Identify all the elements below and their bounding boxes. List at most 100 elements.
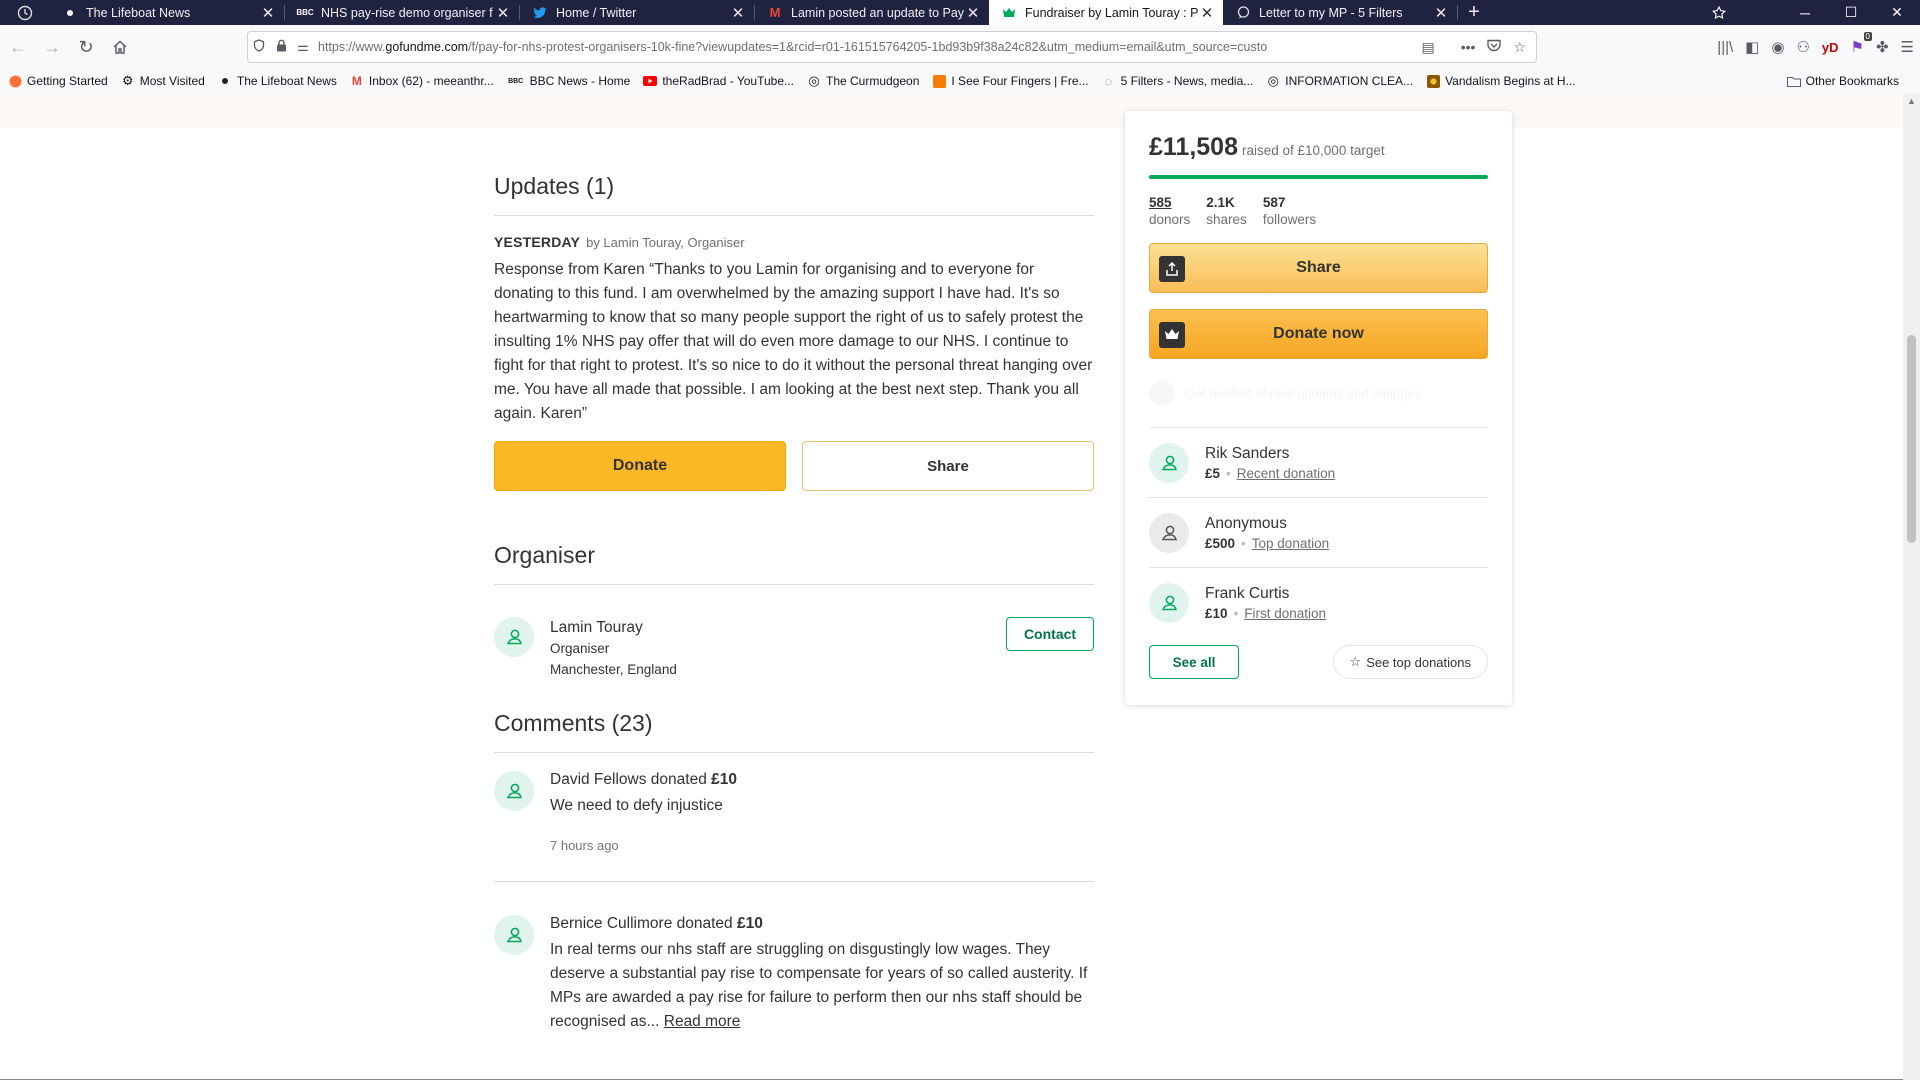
tab-title: NHS pay-rise demo organiser f <box>321 5 493 20</box>
extension-spy-icon[interactable]: ⚇ <box>1796 38 1809 56</box>
bookmark-item[interactable]: ◎ INFORMATION CLEA... <box>1266 73 1413 88</box>
account-icon[interactable]: ◉ <box>1771 38 1784 56</box>
tab-5filters[interactable]: Letter to my MP - 5 Filters ✕ <box>1223 0 1457 25</box>
bookmark-label: Vandalism Begins at H... <box>1445 74 1576 88</box>
address-bar[interactable]: ⚌ https://www.gofundme.com/f/pay-for-nhs… <box>247 31 1537 63</box>
tab-title: Lamin posted an update to Pay <box>791 5 965 20</box>
tab-gmail[interactable]: M Lamin posted an update to Pay ✕ <box>755 0 989 25</box>
forward-arrow-icon[interactable]: → <box>36 31 68 63</box>
stat-shares: 2.1K shares <box>1206 194 1247 228</box>
organiser-name[interactable]: Lamin Touray <box>550 617 677 638</box>
home-icon[interactable] <box>104 31 136 63</box>
close-tab-icon[interactable]: ✕ <box>965 4 981 22</box>
close-tab-icon[interactable]: ✕ <box>730 4 746 22</box>
see-top-donations-button[interactable]: ☆ See top donations <box>1332 645 1488 679</box>
extensions-icon[interactable]: ✤ <box>1876 38 1889 56</box>
bookmark-item[interactable]: ⚙ Most Visited <box>121 73 205 88</box>
tab-gofundme[interactable]: Fundraiser by Lamin Touray : P ✕ <box>989 0 1223 25</box>
see-top-label: See top donations <box>1366 654 1471 670</box>
menu-icon[interactable]: ☰ <box>1901 38 1914 56</box>
maximize-icon[interactable]: ☐ <box>1828 0 1874 25</box>
close-tab-icon[interactable]: ✕ <box>1199 4 1215 22</box>
new-tab-icon[interactable]: + <box>1458 0 1490 25</box>
lock-icon[interactable] <box>270 39 292 55</box>
tab-lifeboat-news[interactable]: The Lifeboat News ✕ <box>50 0 284 25</box>
tab-bbc-nhs[interactable]: BBC NHS pay-rise demo organiser f ✕ <box>285 0 519 25</box>
donate-button[interactable]: Donate <box>494 441 786 491</box>
close-tab-icon[interactable]: ✕ <box>495 4 511 22</box>
library-icon[interactable]: |||\ <box>1717 39 1733 56</box>
bookmark-star-icon[interactable]: ☆ <box>1513 39 1526 56</box>
sidebar-icon[interactable]: ◧ <box>1745 38 1759 56</box>
pocket-icon[interactable] <box>1487 39 1502 56</box>
back-arrow-icon[interactable]: ← <box>2 31 34 63</box>
scroll-up-icon[interactable]: ▲ <box>1903 96 1920 106</box>
donation-meta: £5 • Recent donation <box>1205 466 1335 481</box>
close-window-icon[interactable]: ✕ <box>1874 0 1920 25</box>
bookmark-label: Getting Started <box>27 74 108 88</box>
comment-content: David Fellows donated £10 We need to def… <box>550 771 737 853</box>
donation-info: Anonymous £500 • Top donation <box>1205 515 1329 551</box>
raised-target-text: raised of £10,000 target <box>1242 143 1385 158</box>
bookmark-label: The Curmudgeon <box>826 74 920 88</box>
organiser-location: Manchester, England <box>550 662 677 677</box>
tab-list-icon[interactable] <box>1696 0 1742 25</box>
comment-item: David Fellows donated £10 We need to def… <box>494 771 1094 853</box>
stat-followers: 587 followers <box>1263 194 1316 228</box>
donation-tag-link[interactable]: Recent donation <box>1237 466 1335 481</box>
bookmark-item[interactable]: Getting Started <box>8 74 108 88</box>
other-bookmarks[interactable]: Other Bookmarks <box>1786 69 1899 93</box>
bookmark-item[interactable]: theRadBrad - YouTube... <box>643 74 794 88</box>
star-icon: ☆ <box>1349 654 1362 669</box>
tab-twitter[interactable]: Home / Twitter ✕ <box>520 0 754 25</box>
update-date: YESTERDAY <box>494 234 581 250</box>
stat-donors[interactable]: 585 donors <box>1149 194 1190 228</box>
donation-meta: £10 • First donation <box>1205 606 1326 621</box>
page-actions-icon[interactable]: ••• <box>1461 39 1476 56</box>
other-bookmarks-label: Other Bookmarks <box>1805 74 1899 88</box>
permissions-icon[interactable]: ⚌ <box>292 39 314 55</box>
speech-bubble-icon: ◌ <box>1104 73 1113 89</box>
window-controls: ─ ☐ ✕ <box>1696 0 1920 25</box>
history-icon[interactable] <box>0 0 50 25</box>
donation-tag-link[interactable]: Top donation <box>1252 536 1329 551</box>
see-all-button[interactable]: See all <box>1149 645 1239 679</box>
bookmarks-bar: Getting Started ⚙ Most Visited The Lifebo… <box>0 69 1920 93</box>
share-button[interactable]: Share <box>802 441 1094 491</box>
commenter-name: David Fellows <box>550 771 647 788</box>
extension-yd-icon[interactable]: yD <box>1822 40 1839 55</box>
minimize-icon[interactable]: ─ <box>1782 0 1828 25</box>
bookmark-item[interactable]: The Lifeboat News <box>218 74 337 88</box>
scrollbar-thumb[interactable] <box>1907 335 1916 543</box>
donation-tag-link[interactable]: First donation <box>1244 606 1326 621</box>
donor-name: Anonymous <box>1205 514 1287 532</box>
contact-button[interactable]: Contact <box>1006 617 1094 651</box>
donate-now-button[interactable]: Donate now <box>1149 309 1488 359</box>
bookmark-item[interactable]: I See Four Fingers | Fre... <box>932 74 1089 88</box>
bookmark-item[interactable]: Vandalism Begins at H... <box>1426 74 1576 88</box>
bookmark-item[interactable]: ◌ 5 Filters - News, media... <box>1102 73 1254 89</box>
comment-text-body: In real terms our nhs staff are struggli… <box>550 941 1088 1030</box>
toolbar-icons: |||\ ◧ ◉ ⚇ yD ⚑ 0 ✤ ☰ <box>1717 31 1914 63</box>
tracking-shield-icon[interactable] <box>248 39 270 55</box>
close-tab-icon[interactable]: ✕ <box>260 4 276 22</box>
updates-heading: Updates (1) <box>494 173 615 199</box>
divider <box>494 215 1094 216</box>
extension-badge-icon[interactable]: ⚑ 0 <box>1851 32 1872 56</box>
bookmark-item[interactable]: M Inbox (62) - meeanthr... <box>350 74 494 88</box>
reload-icon[interactable]: ↻ <box>70 31 102 63</box>
comment-amount: £10 <box>736 915 763 932</box>
speech-bubble-icon <box>1235 5 1251 21</box>
sidebar-share-button[interactable]: Share <box>1149 243 1488 293</box>
bookmark-item[interactable]: BBC BBC News - Home <box>507 74 630 88</box>
url-text[interactable]: https://www.gofundme.com/f/pay-for-nhs-p… <box>318 40 1421 54</box>
reader-view-icon[interactable]: ▤ <box>1421 39 1434 56</box>
close-tab-icon[interactable]: ✕ <box>1433 4 1449 22</box>
bookmark-item[interactable]: ◎ The Curmudgeon <box>807 73 920 88</box>
raised-amount: £11,508 <box>1149 133 1238 161</box>
page-scrollbar[interactable]: ▲ <box>1903 93 1920 1080</box>
read-more-link[interactable]: Read more <box>664 1013 741 1030</box>
donated-word: donated <box>676 915 733 932</box>
donation-meta: £500 • Top donation <box>1205 536 1329 551</box>
tab-title: Fundraiser by Lamin Touray : P <box>1025 5 1199 20</box>
